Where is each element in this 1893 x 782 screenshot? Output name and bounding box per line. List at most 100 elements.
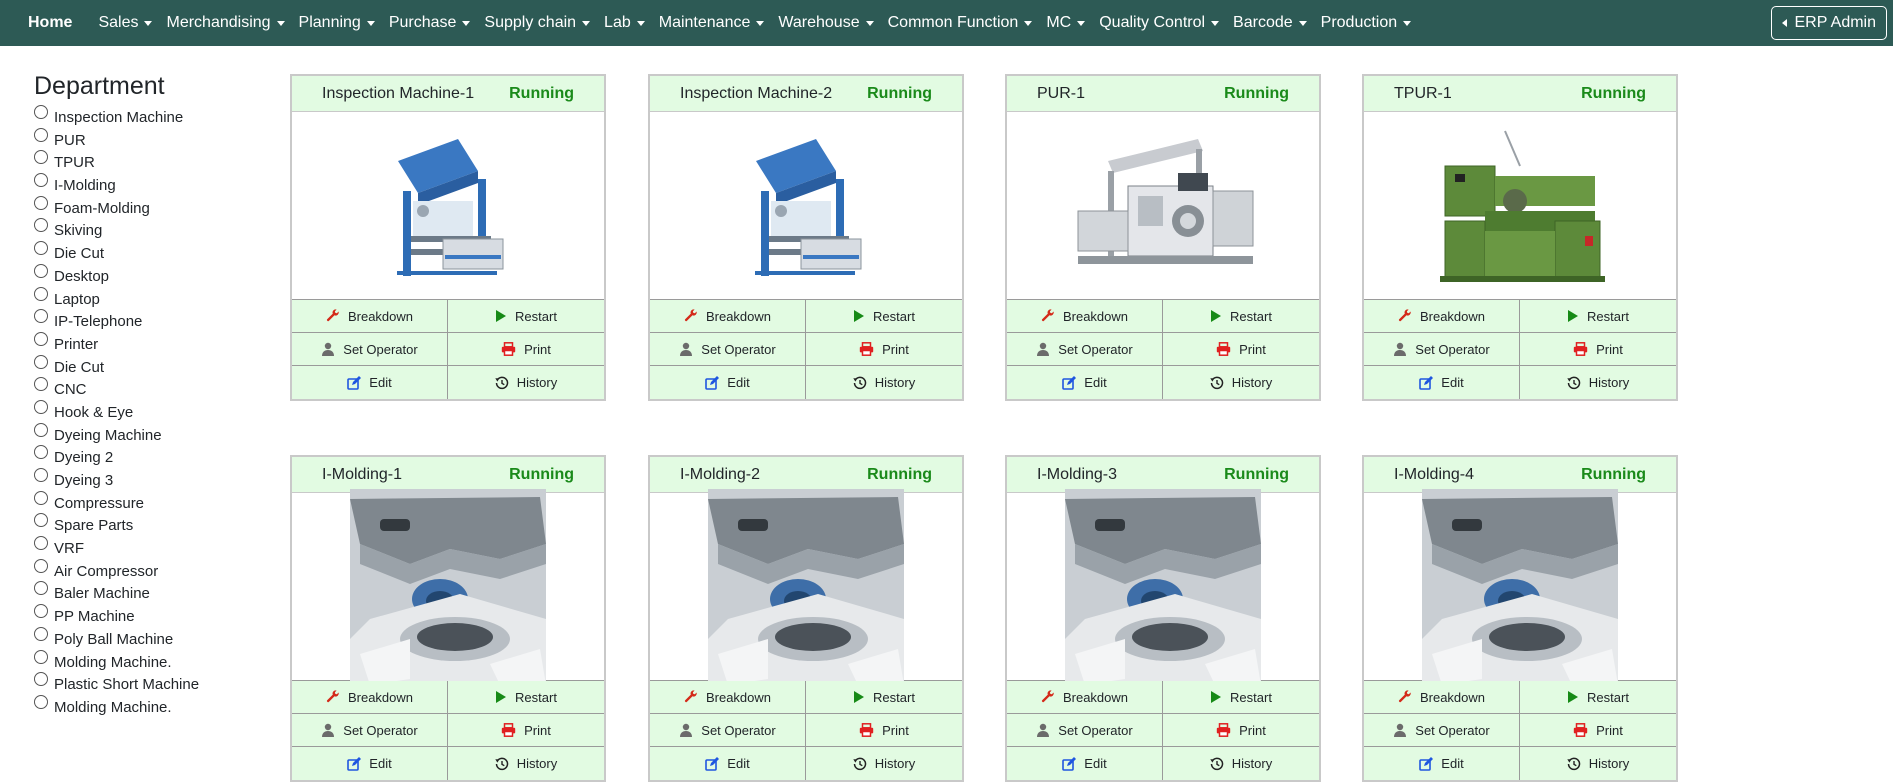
edit-button[interactable]: Edit <box>292 366 448 399</box>
radio-button[interactable] <box>34 286 48 301</box>
radio-button[interactable] <box>34 422 48 437</box>
nav-purchase[interactable]: Purchase <box>389 14 471 32</box>
radio-button[interactable] <box>34 649 48 664</box>
nav-common-function[interactable]: Common Function <box>888 14 1033 32</box>
history-button[interactable]: History <box>806 747 962 780</box>
radio-button[interactable] <box>34 490 48 505</box>
nav-mc[interactable]: MC <box>1046 14 1086 32</box>
radio-button[interactable] <box>34 604 48 619</box>
radio-button[interactable] <box>34 536 48 551</box>
edit-button[interactable]: Edit <box>292 747 448 780</box>
set-operator-button[interactable]: Set Operator <box>1364 714 1520 747</box>
department-option[interactable]: VRF <box>34 536 264 559</box>
department-option[interactable]: Dyeing Machine <box>34 422 264 446</box>
radio-button[interactable] <box>34 309 48 324</box>
department-option[interactable]: IP-Telephone <box>34 309 264 332</box>
radio-button[interactable] <box>34 241 48 256</box>
department-option[interactable]: Printer <box>34 331 264 355</box>
erp-admin-button[interactable]: ERP Admin <box>1771 6 1887 40</box>
radio-button[interactable] <box>34 694 48 709</box>
breakdown-button[interactable]: Breakdown <box>1007 300 1163 333</box>
radio-button[interactable] <box>34 331 48 346</box>
department-option[interactable]: Molding Machine. <box>34 649 264 673</box>
radio-button[interactable] <box>34 263 48 278</box>
history-button[interactable]: History <box>1163 366 1319 399</box>
breakdown-button[interactable]: Breakdown <box>1007 681 1163 714</box>
department-option[interactable]: Poly Ball Machine <box>34 626 264 650</box>
print-button[interactable]: Print <box>1520 333 1676 366</box>
nav-supply-chain[interactable]: Supply chain <box>484 14 591 32</box>
department-option[interactable]: PUR <box>34 127 264 151</box>
radio-button[interactable] <box>34 672 48 687</box>
department-option[interactable]: Foam-Molding <box>34 195 264 219</box>
department-option[interactable]: Dyeing 3 <box>34 468 264 491</box>
department-option[interactable]: Compressure <box>34 490 264 514</box>
nav-planning[interactable]: Planning <box>299 14 375 32</box>
print-button[interactable]: Print <box>1163 333 1319 366</box>
breakdown-button[interactable]: Breakdown <box>1364 300 1520 333</box>
history-button[interactable]: History <box>1520 366 1676 399</box>
breakdown-button[interactable]: Breakdown <box>650 300 806 333</box>
set-operator-button[interactable]: Set Operator <box>1364 333 1520 366</box>
print-button[interactable]: Print <box>448 714 604 747</box>
restart-button[interactable]: Restart <box>1163 300 1319 333</box>
restart-button[interactable]: Restart <box>1520 300 1676 333</box>
department-option[interactable]: Baler Machine <box>34 581 264 604</box>
department-option[interactable]: Skiving <box>34 218 264 241</box>
set-operator-button[interactable]: Set Operator <box>292 714 448 747</box>
department-option[interactable]: Air Compressor <box>34 558 264 582</box>
department-option[interactable]: Spare Parts <box>34 513 264 536</box>
nav-merchandising[interactable]: Merchandising <box>166 14 285 32</box>
department-option[interactable]: I-Molding <box>34 173 264 196</box>
edit-button[interactable]: Edit <box>1007 747 1163 780</box>
nav-warehouse[interactable]: Warehouse <box>778 14 874 32</box>
department-option[interactable]: Dyeing 2 <box>34 445 264 468</box>
department-option[interactable]: Plastic Short Machine <box>34 672 264 695</box>
nav-maintenance[interactable]: Maintenance <box>659 14 765 32</box>
breakdown-button[interactable]: Breakdown <box>292 300 448 333</box>
radio-button[interactable] <box>34 173 48 188</box>
department-option[interactable]: Desktop <box>34 263 264 287</box>
restart-button[interactable]: Restart <box>806 300 962 333</box>
radio-button[interactable] <box>34 626 48 641</box>
department-option[interactable]: Die Cut <box>34 354 264 378</box>
restart-button[interactable]: Restart <box>1163 681 1319 714</box>
history-button[interactable]: History <box>1163 747 1319 780</box>
print-button[interactable]: Print <box>806 714 962 747</box>
department-option[interactable]: CNC <box>34 377 264 400</box>
radio-button[interactable] <box>34 105 48 119</box>
department-option[interactable]: Hook & Eye <box>34 399 264 423</box>
radio-button[interactable] <box>34 218 48 233</box>
radio-button[interactable] <box>34 581 48 596</box>
nav-lab[interactable]: Lab <box>604 14 645 32</box>
nav-home[interactable]: Home <box>28 14 72 32</box>
radio-button[interactable] <box>34 558 48 573</box>
department-option[interactable]: TPUR <box>34 150 264 173</box>
edit-button[interactable]: Edit <box>1364 747 1520 780</box>
set-operator-button[interactable]: Set Operator <box>292 333 448 366</box>
edit-button[interactable]: Edit <box>1007 366 1163 399</box>
print-button[interactable]: Print <box>806 333 962 366</box>
department-option[interactable]: PP Machine <box>34 604 264 627</box>
department-option[interactable]: Molding Machine. <box>34 694 264 718</box>
set-operator-button[interactable]: Set Operator <box>1007 714 1163 747</box>
history-button[interactable]: History <box>448 366 604 399</box>
restart-button[interactable]: Restart <box>448 681 604 714</box>
breakdown-button[interactable]: Breakdown <box>650 681 806 714</box>
restart-button[interactable]: Restart <box>448 300 604 333</box>
radio-button[interactable] <box>34 445 48 460</box>
history-button[interactable]: History <box>1520 747 1676 780</box>
edit-button[interactable]: Edit <box>650 366 806 399</box>
radio-button[interactable] <box>34 195 48 210</box>
radio-button[interactable] <box>34 399 48 414</box>
radio-button[interactable] <box>34 127 48 142</box>
set-operator-button[interactable]: Set Operator <box>650 333 806 366</box>
restart-button[interactable]: Restart <box>806 681 962 714</box>
nav-quality-control[interactable]: Quality Control <box>1099 14 1220 32</box>
department-option[interactable]: Inspection Machine <box>34 105 264 128</box>
nav-barcode[interactable]: Barcode <box>1233 14 1307 32</box>
edit-button[interactable]: Edit <box>1364 366 1520 399</box>
set-operator-button[interactable]: Set Operator <box>1007 333 1163 366</box>
nav-sales[interactable]: Sales <box>98 14 153 32</box>
department-option[interactable]: Laptop <box>34 286 264 310</box>
